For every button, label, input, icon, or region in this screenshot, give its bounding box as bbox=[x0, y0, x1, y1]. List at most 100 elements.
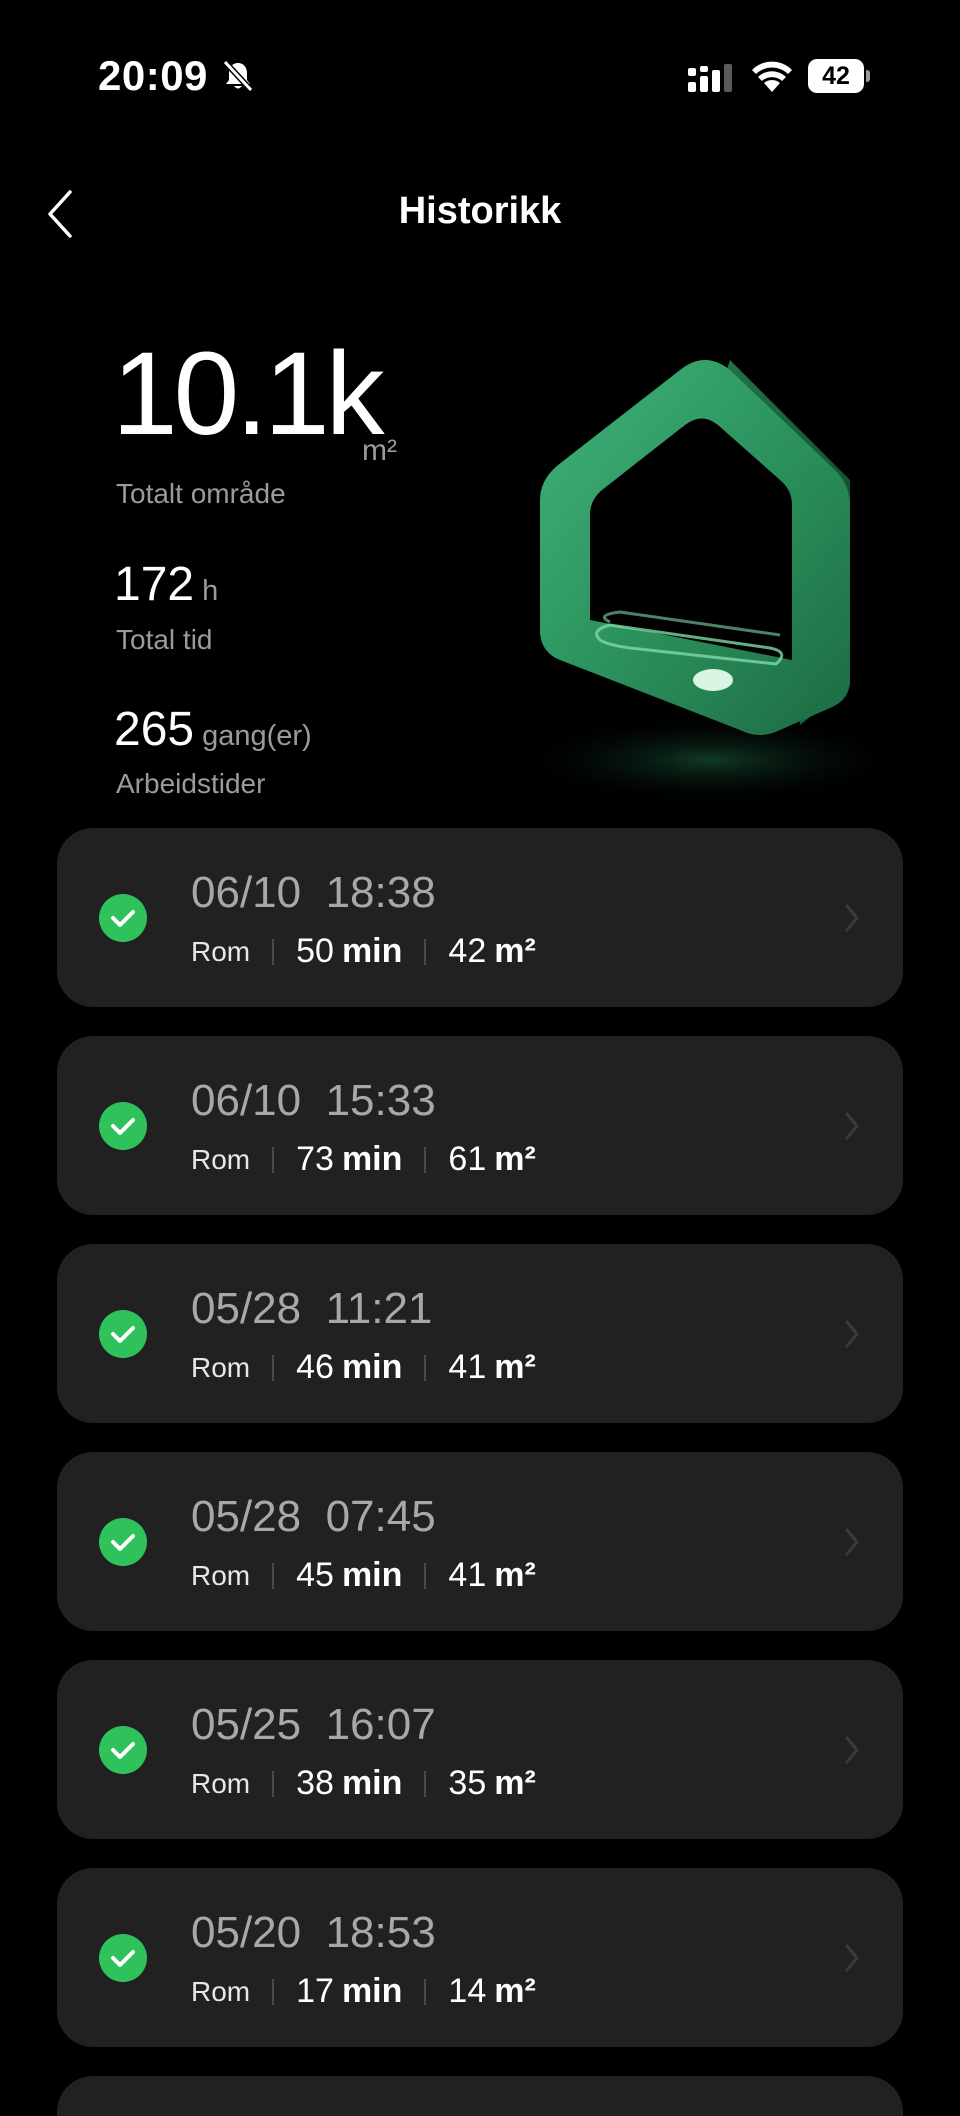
check-icon bbox=[99, 1310, 147, 1358]
record-date: 06/10 bbox=[191, 1076, 302, 1125]
work-count-value: 265 bbox=[114, 703, 195, 756]
record-details: Rom 17 min 14 m² bbox=[191, 1972, 536, 2011]
chevron-right-icon bbox=[845, 1528, 859, 1556]
record-duration: 17 bbox=[296, 1972, 334, 2010]
record-area: 61 bbox=[448, 1140, 487, 1178]
record-date: 05/20 bbox=[191, 1908, 302, 1957]
record-area-unit: m² bbox=[494, 1764, 536, 1802]
record-datetime: 05/28 07:45 bbox=[191, 1492, 436, 1542]
chevron-right-icon bbox=[845, 1944, 859, 1972]
record-details: Rom 38 min 35 m² bbox=[191, 1764, 536, 1803]
record-area-unit: m² bbox=[494, 1556, 536, 1594]
total-time-value: 172 bbox=[114, 558, 195, 611]
divider bbox=[424, 1770, 427, 1797]
history-record[interactable]: 06/10 15:33 Rom 73 min 61 m² bbox=[57, 1036, 903, 1215]
work-count-label: Arbeidstider bbox=[116, 768, 266, 799]
record-duration-unit: min bbox=[341, 1556, 403, 1594]
work-count-stat: 265 gang(er) bbox=[114, 702, 312, 757]
divider bbox=[272, 1770, 275, 1797]
record-details: Rom 73 min 61 m² bbox=[191, 1140, 536, 1179]
record-duration: 38 bbox=[296, 1764, 334, 1802]
record-time: 11:21 bbox=[325, 1284, 433, 1333]
battery-icon: 42 bbox=[808, 59, 870, 93]
history-record[interactable] bbox=[57, 2076, 903, 2116]
record-area-unit: m² bbox=[494, 1348, 536, 1386]
history-record[interactable]: 05/28 07:45 Rom 45 min 41 m² bbox=[57, 1452, 903, 1631]
record-datetime: 06/10 18:38 bbox=[191, 868, 436, 918]
divider bbox=[424, 938, 427, 965]
wifi-icon bbox=[752, 61, 792, 92]
history-record[interactable]: 05/25 16:07 Rom 38 min 35 m² bbox=[57, 1660, 903, 1839]
divider bbox=[424, 1978, 427, 2005]
total-time-label: Total tid bbox=[116, 624, 213, 655]
record-mode: Rom bbox=[191, 935, 251, 967]
total-area-value: 10.1k bbox=[112, 328, 385, 460]
robot-house-illustration bbox=[510, 360, 900, 805]
record-duration: 45 bbox=[296, 1556, 334, 1594]
history-record[interactable]: 05/28 11:21 Rom 46 min 41 m² bbox=[57, 1244, 903, 1423]
record-time: 18:53 bbox=[325, 1908, 436, 1957]
record-area-unit: m² bbox=[494, 932, 536, 970]
chevron-right-icon bbox=[845, 1736, 859, 1764]
record-details: Rom 50 min 42 m² bbox=[191, 932, 536, 971]
record-duration-unit: min bbox=[341, 932, 403, 970]
record-mode: Rom bbox=[191, 1559, 251, 1591]
check-icon bbox=[99, 1102, 147, 1150]
divider bbox=[424, 1562, 427, 1589]
record-duration: 73 bbox=[296, 1140, 334, 1178]
battery-level: 42 bbox=[822, 62, 850, 90]
status-time: 20:09 bbox=[98, 52, 208, 99]
record-mode: Rom bbox=[191, 1351, 251, 1383]
record-date: 05/25 bbox=[191, 1700, 302, 1749]
total-time-unit: h bbox=[202, 575, 219, 607]
record-area: 41 bbox=[448, 1348, 487, 1386]
record-time: 15:33 bbox=[325, 1076, 436, 1125]
record-area: 42 bbox=[448, 932, 487, 970]
record-duration-unit: min bbox=[341, 1140, 403, 1178]
record-area: 14 bbox=[448, 1972, 487, 2010]
record-details: Rom 45 min 41 m² bbox=[191, 1556, 536, 1595]
record-date: 06/10 bbox=[191, 868, 302, 917]
total-area-label: Totalt område bbox=[116, 478, 286, 509]
divider bbox=[424, 1146, 427, 1173]
record-duration-unit: min bbox=[341, 1348, 403, 1386]
chevron-right-icon bbox=[845, 904, 859, 932]
check-icon bbox=[99, 1934, 147, 1982]
record-time: 07:45 bbox=[325, 1492, 436, 1541]
chevron-right-icon bbox=[845, 1112, 859, 1140]
record-date: 05/28 bbox=[191, 1492, 302, 1541]
status-bar: 20:09 42 bbox=[0, 0, 960, 150]
divider bbox=[424, 1354, 427, 1381]
record-area: 41 bbox=[448, 1556, 487, 1594]
history-record[interactable]: 06/10 18:38 Rom 50 min 42 m² bbox=[57, 828, 903, 1007]
check-icon bbox=[99, 1518, 147, 1566]
cellular-signal-icon bbox=[688, 64, 732, 92]
record-date: 05/28 bbox=[191, 1284, 302, 1333]
chevron-right-icon bbox=[845, 1320, 859, 1348]
record-time: 16:07 bbox=[325, 1700, 436, 1749]
history-list: 06/10 18:38 Rom 50 min 42 m² 06/10 15:33 R… bbox=[57, 828, 903, 2116]
divider bbox=[272, 1562, 275, 1589]
record-time: 18:38 bbox=[325, 868, 436, 917]
record-datetime: 05/28 11:21 bbox=[191, 1284, 432, 1334]
record-mode: Rom bbox=[191, 1143, 251, 1175]
record-area-unit: m² bbox=[494, 1140, 536, 1178]
record-datetime: 05/25 16:07 bbox=[191, 1700, 436, 1750]
record-mode: Rom bbox=[191, 1767, 251, 1799]
total-area-unit: m² bbox=[362, 434, 397, 467]
record-datetime: 06/10 15:33 bbox=[191, 1076, 436, 1126]
record-duration-unit: min bbox=[341, 1972, 403, 2010]
divider bbox=[272, 1146, 275, 1173]
record-area-unit: m² bbox=[494, 1972, 536, 2010]
total-time-stat: 172 h bbox=[114, 557, 218, 612]
record-duration: 50 bbox=[296, 932, 334, 970]
bell-off-icon bbox=[222, 59, 254, 93]
history-record[interactable]: 05/20 18:53 Rom 17 min 14 m² bbox=[57, 1868, 903, 2047]
record-mode: Rom bbox=[191, 1975, 251, 2007]
page-title: Historikk bbox=[398, 190, 562, 232]
work-count-unit: gang(er) bbox=[202, 720, 312, 752]
divider bbox=[272, 938, 275, 965]
divider bbox=[272, 1354, 275, 1381]
check-icon bbox=[99, 894, 147, 942]
record-duration-unit: min bbox=[341, 1764, 403, 1802]
